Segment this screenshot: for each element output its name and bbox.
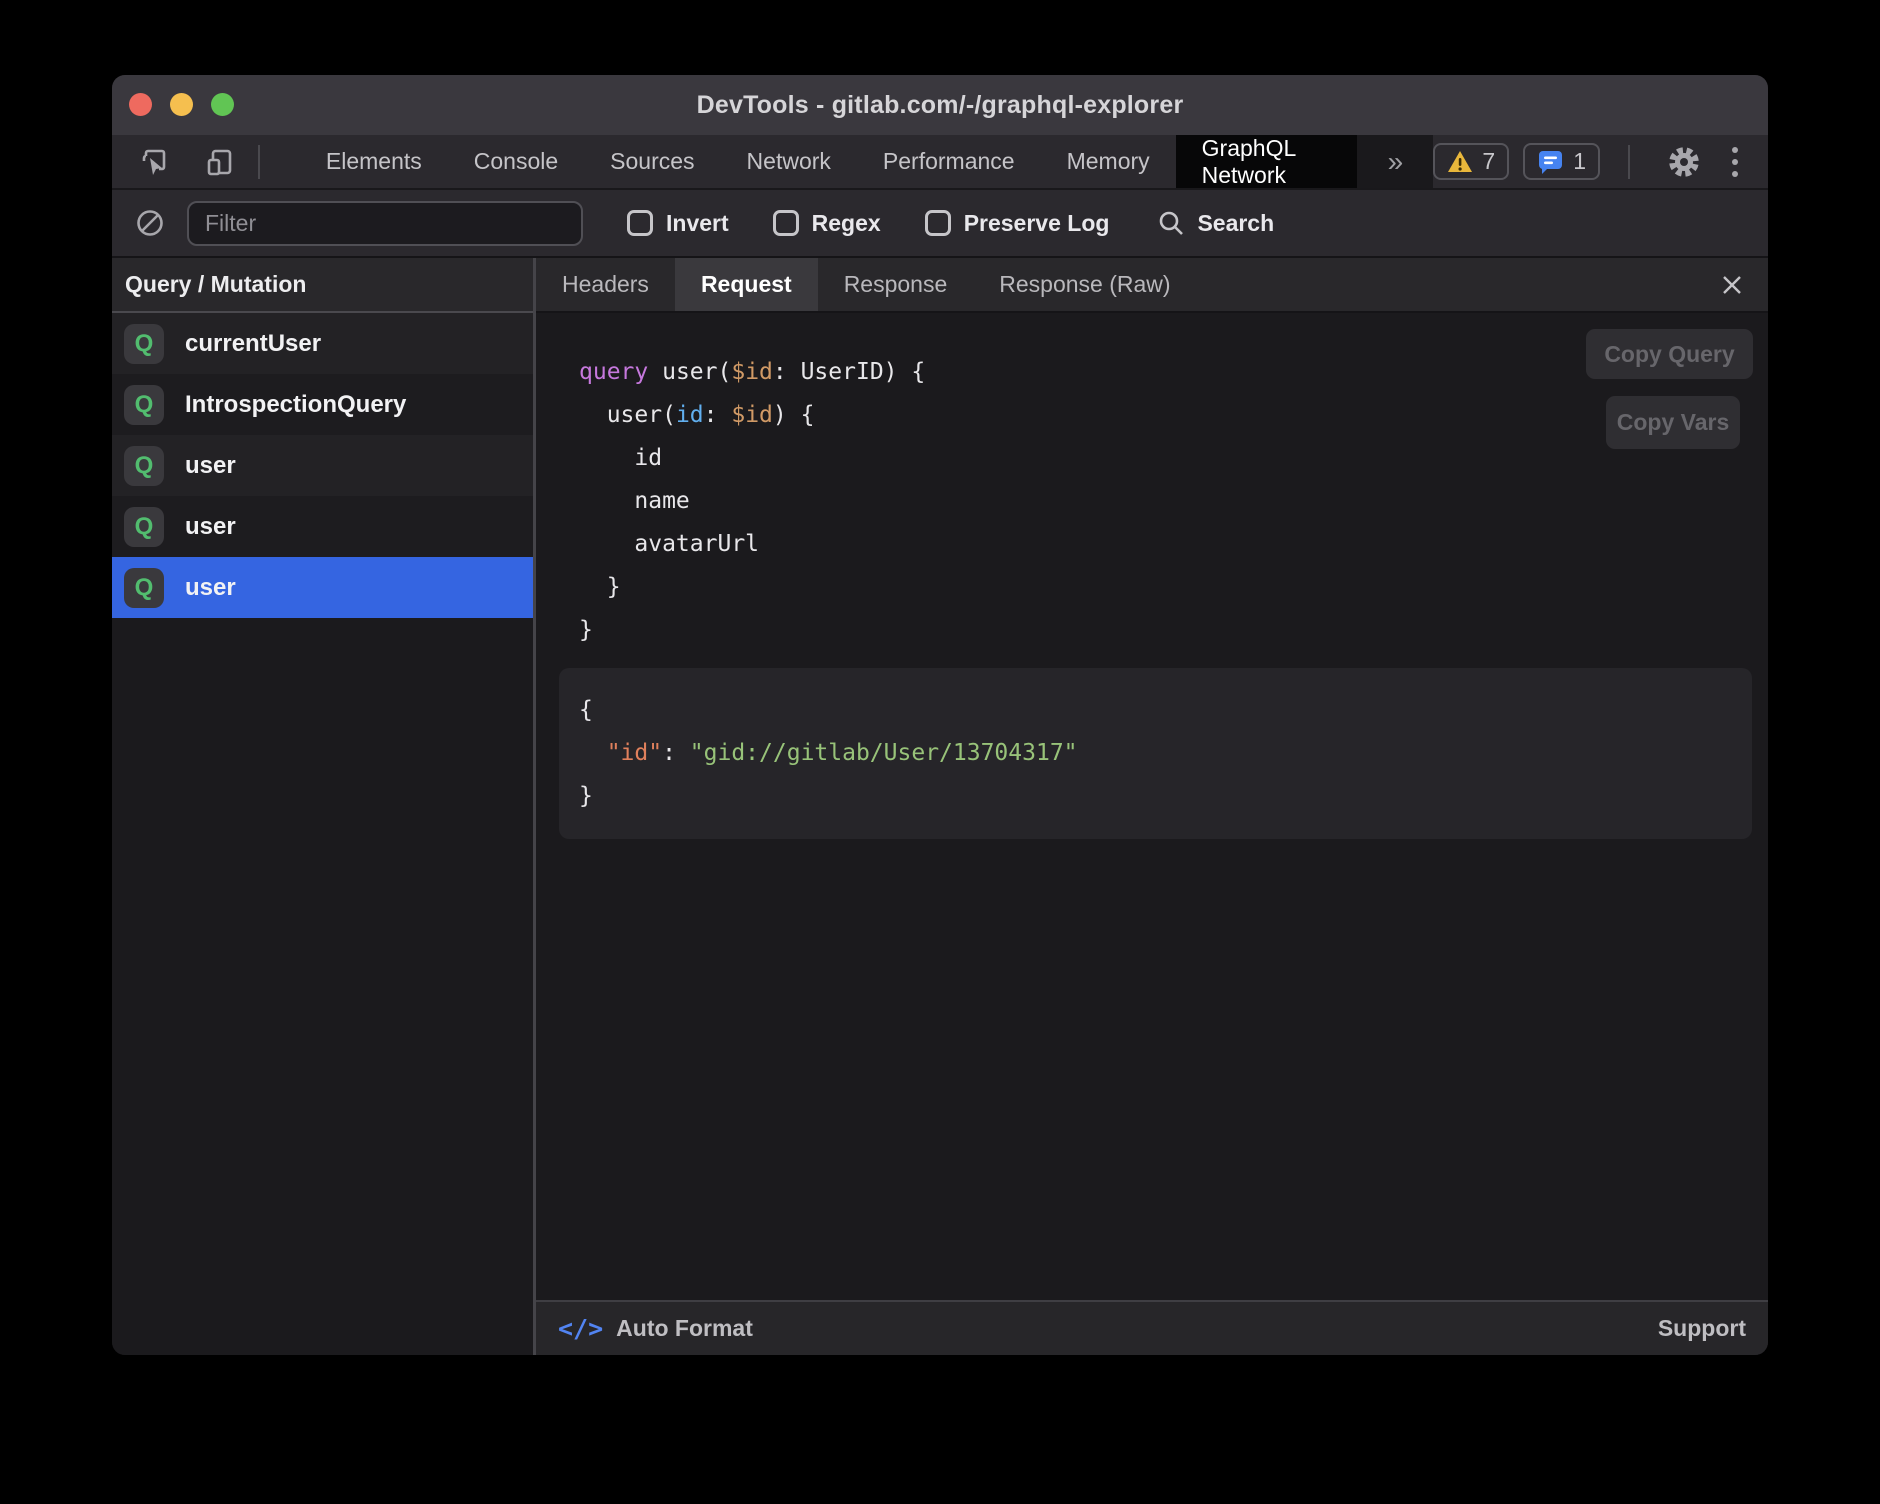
zoom-window-button[interactable] (211, 93, 234, 116)
code-line: } (579, 609, 1768, 652)
query-type-badge: Q (124, 446, 164, 486)
close-window-button[interactable] (129, 93, 152, 116)
query-name-label: user (185, 452, 236, 480)
devtools-tab-network[interactable]: Network (721, 135, 857, 188)
devtools-tab-graphql-network[interactable]: GraphQL Network (1176, 135, 1358, 188)
devtools-tab-performance[interactable]: Performance (857, 135, 1041, 188)
query-list-item[interactable]: Q IntrospectionQuery (112, 374, 533, 435)
query-list-item[interactable]: Quser (112, 496, 533, 557)
query-name-label: IntrospectionQuery (185, 391, 406, 419)
support-link[interactable]: Support (1658, 1315, 1746, 1342)
devtools-tab-strip: ElementsConsoleSourcesNetworkPerformance… (300, 135, 1357, 188)
inspect-element-icon[interactable] (132, 146, 180, 178)
filter-input[interactable] (187, 201, 583, 246)
more-tabs-button[interactable]: » (1357, 135, 1433, 188)
copy-query-button[interactable]: Copy Query (1586, 329, 1753, 379)
search-button[interactable]: Search (1157, 209, 1274, 237)
devtools-tab-console[interactable]: Console (448, 135, 584, 188)
search-label: Search (1197, 210, 1274, 237)
code-line: } (579, 775, 1732, 818)
checkbox-invert[interactable]: Invert (627, 210, 729, 237)
query-list: QcurrentUserQIntrospectionQueryQuserQuse… (112, 313, 533, 618)
checkbox-label: Regex (812, 210, 881, 237)
request-content: query user($id: UserID) { user(id: $id) … (536, 313, 1768, 1300)
query-list-item[interactable]: QcurrentUser (112, 313, 533, 374)
code-line: { (579, 689, 1732, 732)
close-panel-button[interactable] (1696, 258, 1768, 311)
query-name-label: user (185, 513, 236, 541)
devtools-tab-memory[interactable]: Memory (1041, 135, 1176, 188)
checkbox-preserve-log[interactable]: Preserve Log (925, 210, 1110, 237)
query-name-label: user (185, 574, 236, 602)
toggle-device-toolbar-icon[interactable] (196, 146, 244, 178)
warning-icon (1447, 150, 1473, 174)
query-list-item[interactable]: Quser (112, 557, 533, 618)
checkbox-label: Invert (666, 210, 729, 237)
query-list-item[interactable]: Quser (112, 435, 533, 496)
devtools-window: DevTools - gitlab.com/-/graphql-explorer… (112, 75, 1768, 1355)
request-detail-panel: HeadersRequestResponseResponse (Raw) que… (536, 258, 1768, 1355)
query-type-badge: Q (124, 507, 164, 547)
query-list-header: Query / Mutation (112, 258, 533, 313)
code-line: name (579, 480, 1768, 523)
query-type-badge: Q (124, 568, 164, 608)
traffic-lights (129, 93, 234, 116)
devtools-tab-sources[interactable]: Sources (584, 135, 720, 188)
kebab-menu-icon[interactable] (1724, 147, 1746, 177)
code-line: id (579, 437, 1768, 480)
query-variables-box: { "id": "gid://gitlab/User/13704317"} (559, 668, 1752, 839)
panel-footer: </> Auto Format Support (536, 1300, 1768, 1355)
query-name-label: currentUser (185, 330, 321, 358)
window-title: DevTools - gitlab.com/-/graphql-explorer (697, 91, 1184, 120)
clear-filter-icon[interactable] (127, 208, 173, 238)
code-line: user(id: $id) { (579, 394, 1768, 437)
code-line: } (579, 566, 1768, 609)
warning-count: 7 (1482, 148, 1495, 175)
chevron-double-right-icon: » (1388, 146, 1404, 178)
detail-tab-response[interactable]: Response (818, 258, 974, 311)
code-line: avatarUrl (579, 523, 1768, 566)
close-icon (1720, 273, 1744, 297)
query-list-sidebar: Query / Mutation QcurrentUserQIntrospect… (112, 258, 533, 1355)
detail-tab-headers[interactable]: Headers (536, 258, 675, 311)
checkbox-icon[interactable] (773, 210, 799, 236)
checkbox-icon[interactable] (925, 210, 951, 236)
detail-tab-response-raw-[interactable]: Response (Raw) (973, 258, 1196, 311)
issues-badge[interactable]: 1 (1523, 143, 1600, 180)
toolbar-separator (1628, 145, 1630, 179)
message-icon (1537, 149, 1564, 175)
query-type-badge: Q (124, 385, 164, 425)
auto-format-button[interactable]: Auto Format (616, 1315, 753, 1342)
query-variables-code: { "id": "gid://gitlab/User/13704317"} (579, 689, 1732, 818)
title-bar: DevTools - gitlab.com/-/graphql-explorer (112, 75, 1768, 135)
filter-toolbar: Invert Regex Preserve Log Search (112, 190, 1768, 258)
devtools-tab-elements[interactable]: Elements (300, 135, 448, 188)
detail-tab-strip: HeadersRequestResponseResponse (Raw) (536, 258, 1768, 313)
checkbox-label: Preserve Log (964, 210, 1110, 237)
copy-vars-button[interactable]: Copy Vars (1606, 396, 1740, 449)
minimize-window-button[interactable] (170, 93, 193, 116)
code-format-icon: </> (558, 1314, 603, 1343)
graphql-query-code: query user($id: UserID) { user(id: $id) … (579, 351, 1768, 652)
warnings-badge[interactable]: 7 (1433, 143, 1509, 180)
toolbar-separator (258, 145, 260, 179)
settings-gear-icon[interactable] (1658, 144, 1710, 180)
code-line: "id": "gid://gitlab/User/13704317" (579, 732, 1732, 775)
message-count: 1 (1573, 148, 1586, 175)
checkbox-regex[interactable]: Regex (773, 210, 881, 237)
query-type-badge: Q (124, 324, 164, 364)
devtools-toolbar: ElementsConsoleSourcesNetworkPerformance… (112, 135, 1768, 190)
detail-tab-request[interactable]: Request (675, 258, 818, 311)
checkbox-icon[interactable] (627, 210, 653, 236)
search-icon (1157, 209, 1185, 237)
